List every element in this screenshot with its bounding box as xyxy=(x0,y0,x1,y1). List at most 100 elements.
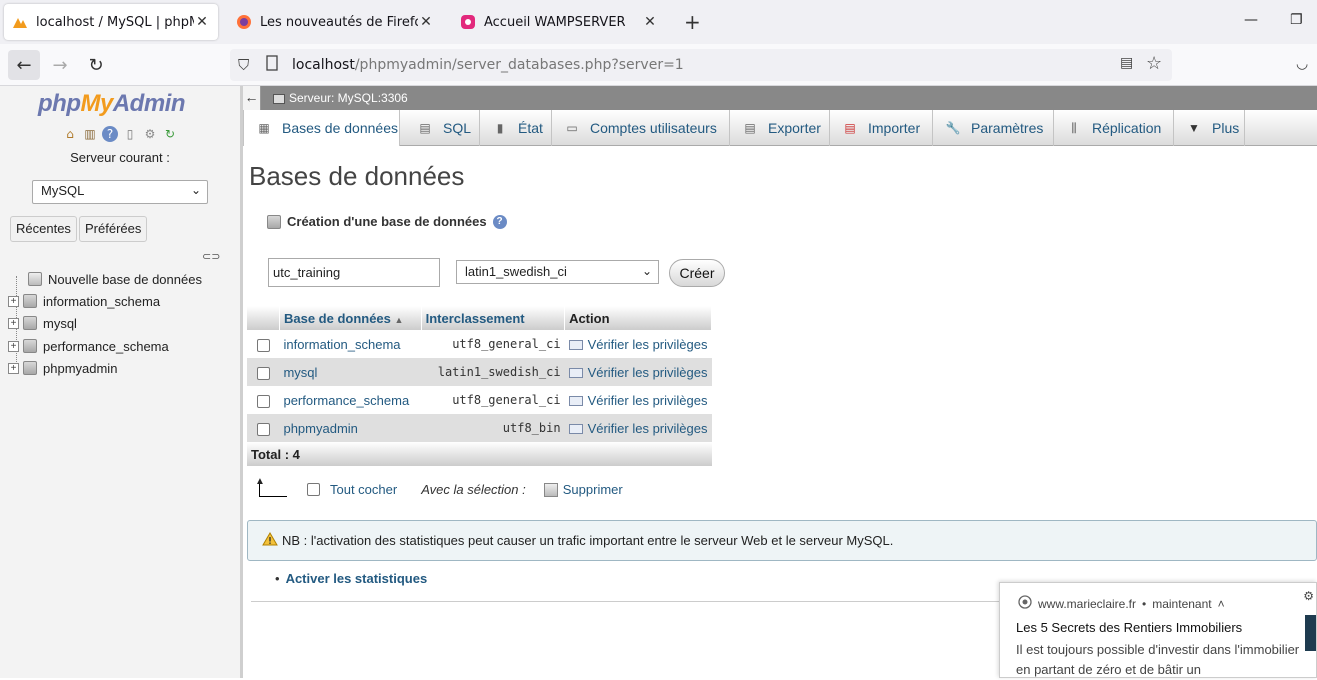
column-header-action: Action xyxy=(564,306,712,330)
expand-plus-icon[interactable]: + xyxy=(8,317,19,329)
tree-item-new-db[interactable]: Nouvelle base de données xyxy=(28,268,202,290)
delete-link[interactable]: Supprimer xyxy=(543,482,623,497)
column-header-collation[interactable]: Interclassement xyxy=(421,306,566,330)
back-arrow-icon[interactable]: ← xyxy=(8,50,40,80)
tree-item-label: mysql xyxy=(43,315,77,331)
tab-import[interactable]: ▤ Importer xyxy=(830,110,933,146)
row-checkbox[interactable] xyxy=(256,366,270,380)
help-icon[interactable]: ? xyxy=(492,214,507,229)
pocket-icon[interactable]: ◡ xyxy=(1296,56,1308,72)
database-link[interactable]: mysql xyxy=(279,358,422,386)
page-icon xyxy=(266,55,278,75)
chevron-down-icon: ▼ xyxy=(1188,121,1200,135)
reload-icon[interactable]: ↻ xyxy=(80,50,112,80)
reader-view-icon[interactable]: ▤ xyxy=(1120,55,1133,71)
link-chain-icon[interactable]: ⊂⊃ xyxy=(202,250,220,263)
create-button[interactable]: Créer xyxy=(669,259,725,287)
url-text[interactable]: localhost/phpmyadmin/server_databases.ph… xyxy=(292,57,684,73)
tab-databases[interactable]: ▦ Bases de données xyxy=(243,110,400,146)
tree-item-information-schema[interactable]: + information_schema xyxy=(8,290,160,312)
column-header-database[interactable]: Base de données ▲ xyxy=(279,306,422,330)
new-tab-plus-icon[interactable]: + xyxy=(684,10,701,34)
tab-replication[interactable]: ⫼ Réplication xyxy=(1054,110,1174,146)
bookmark-star-icon[interactable]: ☆ xyxy=(1146,53,1162,74)
sort-ascending-icon: ▲ xyxy=(394,314,404,325)
expand-plus-icon[interactable]: + xyxy=(8,340,19,352)
breadcrumb[interactable]: Serveur: MySQL:3306 xyxy=(273,91,408,105)
users-icon: ▭ xyxy=(566,121,578,135)
server-select-value: MySQL xyxy=(41,183,85,198)
check-privileges-link[interactable]: Vérifier les privilèges xyxy=(564,358,712,386)
favorites-button[interactable]: Préférées xyxy=(79,216,148,242)
tab-settings[interactable]: 🔧 Paramètres xyxy=(933,110,1054,146)
forward-arrow-icon[interactable]: → xyxy=(44,50,76,80)
expand-plus-icon[interactable]: + xyxy=(8,362,19,374)
docs-icon[interactable]: ▯ xyxy=(122,126,138,142)
check-privileges-link[interactable]: Vérifier les privilèges xyxy=(564,386,712,414)
web-notification[interactable]: www.marieclaire.fr • maintenant ˄ ⚙ Les … xyxy=(999,582,1317,678)
collation-select[interactable]: latin1_swedish_ci ⌄ xyxy=(456,260,659,284)
database-link[interactable]: phpmyadmin xyxy=(279,414,422,442)
database-name-input[interactable]: utc_training xyxy=(268,258,440,287)
notification-body: Il est toujours possible d'investir dans… xyxy=(1016,642,1300,677)
tree-item-label: phpmyadmin xyxy=(43,360,118,376)
page-title: Bases de données xyxy=(249,161,465,191)
firefox-icon xyxy=(236,14,252,30)
tab-export[interactable]: ▤ Exporter xyxy=(730,110,830,146)
browser-tab-firefox-news[interactable]: Les nouveautés de Firefox : enco ✕ xyxy=(228,4,442,40)
tab-label: SQL xyxy=(443,120,472,136)
restore-icon[interactable]: ❐ xyxy=(1290,12,1303,28)
tab-user-accounts[interactable]: ▭ Comptes utilisateurs xyxy=(552,110,730,146)
tree-item-mysql[interactable]: + mysql xyxy=(8,312,77,334)
database-link[interactable]: information_schema xyxy=(279,330,422,358)
with-selection-label: Avec la sélection : xyxy=(421,482,526,497)
close-tab-icon[interactable]: ✕ xyxy=(418,14,434,30)
gear-icon[interactable]: ⚙ xyxy=(142,126,158,142)
recent-button[interactable]: Récentes xyxy=(10,216,77,242)
collation-cell: utf8_bin xyxy=(421,414,565,442)
table-row: phpmyadmin utf8_bin Vérifier les privilè… xyxy=(247,414,712,442)
tab-more[interactable]: ▼ Plus xyxy=(1174,110,1245,146)
nav-icon-row: ⌂ ▥ ? ▯ ⚙ ↻ xyxy=(62,126,178,142)
check-privileges-link[interactable]: Vérifier les privilèges xyxy=(564,330,712,358)
tree-item-performance-schema[interactable]: + performance_schema xyxy=(8,335,169,357)
stats-notice: NB : l'activation des statistiques peut … xyxy=(247,520,1317,561)
check-privileges-link[interactable]: Vérifier les privilèges xyxy=(564,414,712,442)
new-database-icon xyxy=(267,214,281,229)
tree-item-phpmyadmin[interactable]: + phpmyadmin xyxy=(8,357,117,379)
row-checkbox[interactable] xyxy=(256,338,270,352)
browser-tab-wampserver[interactable]: Accueil WAMPSERVER ✕ xyxy=(452,4,666,40)
shield-icon[interactable]: ⛉ xyxy=(238,56,249,74)
home-icon[interactable]: ⌂ xyxy=(62,126,78,142)
enable-stats-link[interactable]: • Activer les statistiques xyxy=(275,571,427,586)
chevron-down-icon: ⌄ xyxy=(190,183,201,197)
logout-icon[interactable]: ▥ xyxy=(82,126,98,142)
minimize-icon[interactable]: — xyxy=(1244,12,1258,28)
notification-title: Les 5 Secrets des Rentiers Immobiliers xyxy=(1016,620,1243,635)
tab-status[interactable]: ▮ État xyxy=(480,110,552,146)
expand-plus-icon[interactable]: + xyxy=(8,295,19,307)
close-tab-icon[interactable]: ✕ xyxy=(642,14,658,30)
new-database-icon xyxy=(28,272,42,286)
server-select[interactable]: MySQL ⌄ xyxy=(32,180,208,204)
check-all-label[interactable]: Tout cocher xyxy=(330,482,397,497)
header-label: Base de données xyxy=(283,310,391,326)
refresh-icon[interactable]: ↻ xyxy=(162,126,178,142)
gear-icon[interactable]: ⚙ xyxy=(1303,589,1314,603)
url-bar[interactable]: ⛉ localhost/phpmyadmin/server_databases.… xyxy=(230,49,1172,81)
browser-tab-phpmyadmin[interactable]: localhost / MySQL | phpMyAdmin ✕ xyxy=(4,4,218,40)
check-all-checkbox[interactable] xyxy=(307,483,320,496)
row-checkbox[interactable] xyxy=(256,422,270,436)
top-menu: ▦ Bases de données ▤ SQL ▮ État ▭ Comptes ut… xyxy=(243,110,1317,146)
collapse-arrow-icon[interactable]: ← xyxy=(243,86,261,110)
chevron-up-icon[interactable]: ˄ xyxy=(1218,597,1225,611)
navigation-panel: phpMyAdmin ⌂ ▥ ? ▯ ⚙ ↻ Serveur courant :… xyxy=(0,86,240,678)
row-checkbox[interactable] xyxy=(256,394,270,408)
close-tab-icon[interactable]: ✕ xyxy=(194,14,210,30)
database-link[interactable]: performance_schema xyxy=(279,386,422,414)
phpmyadmin-logo[interactable]: phpMyAdmin xyxy=(38,90,186,118)
collation-cell: latin1_swedish_ci xyxy=(421,358,565,386)
tab-label: Bases de données xyxy=(282,120,398,136)
tab-sql[interactable]: ▤ SQL xyxy=(405,110,480,146)
help-icon[interactable]: ? xyxy=(102,126,118,142)
